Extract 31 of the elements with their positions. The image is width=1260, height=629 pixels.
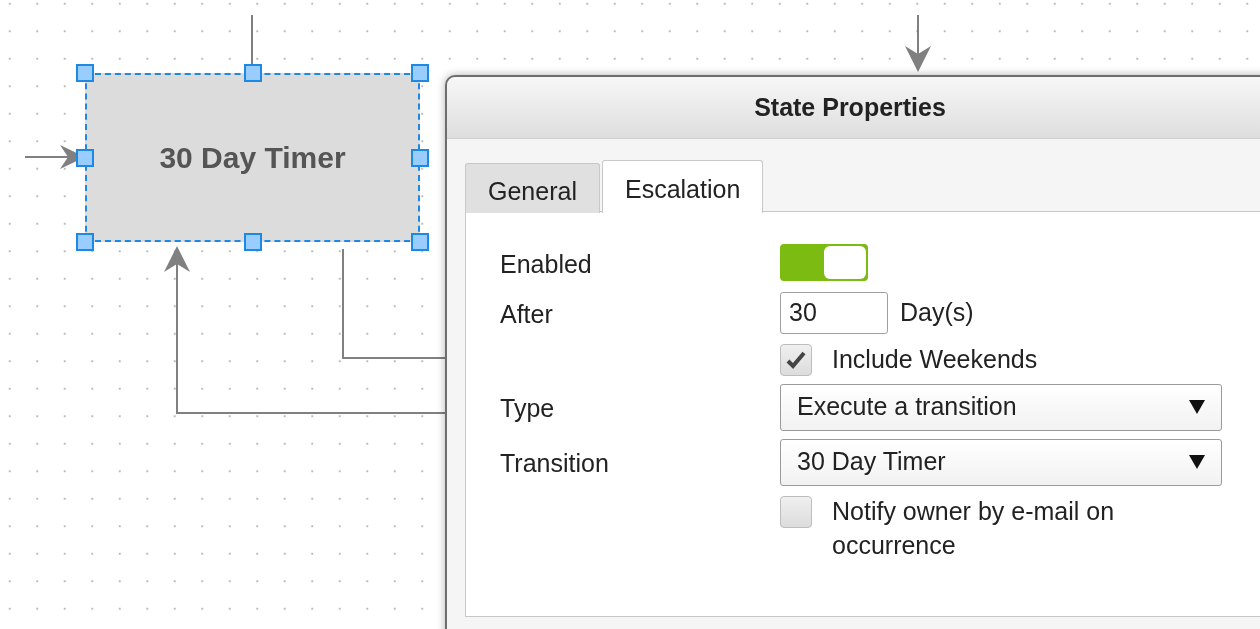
field-label: Transition	[500, 448, 610, 480]
resize-handle[interactable]	[411, 233, 429, 251]
tab[interactable]: General	[465, 163, 600, 213]
resize-handle[interactable]	[76, 148, 94, 167]
caret-icon	[1189, 400, 1205, 414]
resize-handle[interactable]	[411, 148, 429, 167]
dropdown[interactable]: 30 Day Timer	[780, 438, 1222, 486]
caret-icon	[1189, 455, 1205, 469]
resize-handle[interactable]	[243, 64, 262, 82]
days-input[interactable]: 30	[780, 291, 888, 334]
checkbox-label: Notify owner by e-mail on occurrence	[832, 495, 1116, 561]
node-label: 30 Day Timer	[159, 140, 346, 176]
field-label: After	[500, 298, 554, 330]
tab[interactable]: Escalation	[601, 160, 764, 213]
dialog-title: State Properties	[754, 91, 947, 123]
resize-handle[interactable]	[411, 64, 429, 82]
checkbox[interactable]	[780, 343, 812, 376]
resize-handle[interactable]	[243, 233, 262, 251]
checkmark-icon	[786, 350, 806, 369]
dropdown[interactable]: Execute a transition	[780, 383, 1222, 431]
resize-handle[interactable]	[76, 64, 94, 82]
connector-arrow	[905, 14, 931, 72]
checkbox-label: Include Weekends	[832, 343, 1039, 375]
state-node[interactable]: 30 Day Timer	[85, 73, 420, 242]
field-label: Type	[500, 393, 556, 425]
connector-line	[251, 14, 253, 67]
unit-label: Day(s)	[900, 296, 974, 328]
toggle-switch[interactable]	[780, 244, 868, 282]
resize-handle[interactable]	[76, 233, 94, 251]
checkbox[interactable]	[780, 495, 812, 528]
field-label: Enabled	[500, 249, 593, 280]
